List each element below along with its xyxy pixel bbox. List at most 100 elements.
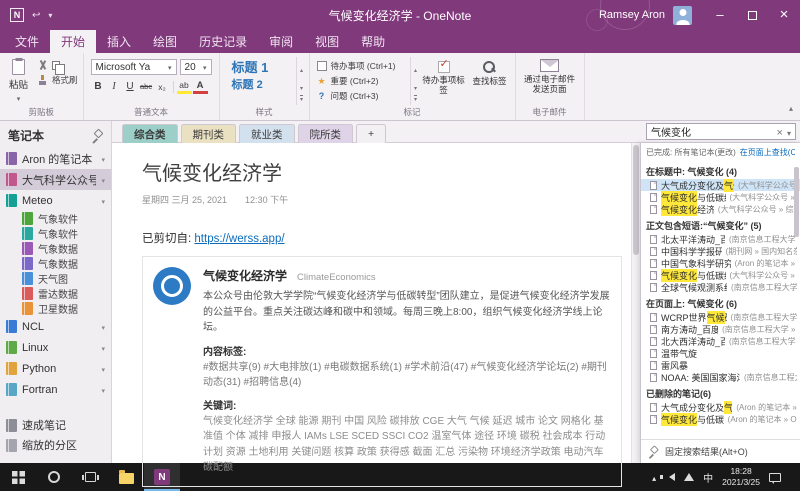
minimize-button[interactable] xyxy=(704,0,736,30)
search-result-item[interactable]: 气候变化与低碳经济学 (Aron 的笔记本 » OneNot...) xyxy=(641,412,800,426)
tag-item[interactable]: 重要 (Ctrl+2) xyxy=(317,75,405,87)
search-result-item[interactable]: 北大西洋涛动_百度百科 (南京信息工程大学 » 气象...) xyxy=(641,335,800,347)
underline-button[interactable] xyxy=(123,79,138,94)
search-result-item[interactable]: 气候变化经济学 (大气科学公众号 » 综合类) xyxy=(641,202,800,216)
search-result-item[interactable]: 北太平洋涛动_百度百科 (南京信息工程大学 » 气象...) xyxy=(641,233,800,245)
maximize-button[interactable] xyxy=(736,0,768,30)
search-result-item[interactable]: 全球气候观测系统 GCOS (南京信息工程大学 » 气象...) xyxy=(641,281,800,293)
section-tab[interactable]: 院所类 xyxy=(297,124,353,143)
style-item[interactable]: 标题 2 xyxy=(232,79,286,91)
sidebar-item[interactable]: 大气科学公众号 xyxy=(0,169,111,190)
sidebar-item[interactable]: NCL xyxy=(0,316,111,337)
search-result-item[interactable]: 中国气象科学研究院2019... (Aron 的笔记本 » 快速笔记) xyxy=(641,257,800,269)
section-tab[interactable]: 期刊类 xyxy=(180,124,236,143)
copy-icon[interactable] xyxy=(52,60,66,75)
ribbon-tab[interactable]: 开始 xyxy=(50,30,97,53)
ribbon-tab[interactable]: 帮助 xyxy=(350,30,396,53)
hidden-icons-chevron[interactable] xyxy=(652,468,656,486)
sidebar-item[interactable]: 雷达数据 xyxy=(0,286,111,301)
tags-scroll-down-icon[interactable] xyxy=(414,77,417,95)
paste-button[interactable]: 粘贴 xyxy=(2,55,35,105)
close-button[interactable] xyxy=(768,0,800,30)
sidebar-item[interactable]: Python xyxy=(0,358,111,379)
section-tab[interactable]: 就业类 xyxy=(239,124,295,143)
panel-scrollbar[interactable] xyxy=(794,167,799,237)
chevron-down-icon[interactable] xyxy=(101,195,105,207)
sidebar-item[interactable]: 气象数据 xyxy=(0,256,111,271)
todo-tag-button[interactable]: 待办事项标签 xyxy=(421,57,467,105)
search-result-item[interactable]: NOAA: 美国国家海洋和大气管理局 (南京信息工程大学 » 气...) xyxy=(641,371,800,383)
highlight-color-button[interactable] xyxy=(176,79,192,94)
sidebar-item[interactable]: 卫星数据 xyxy=(0,301,111,316)
search-result-item[interactable]: 中国科学学报研究 (期刊网 » 国内知名杂...) xyxy=(641,245,800,257)
styles-scroll-up-icon[interactable] xyxy=(300,59,303,77)
ribbon-tab[interactable]: 视图 xyxy=(304,30,350,53)
subscript-button[interactable] xyxy=(155,79,170,94)
search-scope-status[interactable]: 已完成: 所有笔记本(更改) xyxy=(646,147,736,158)
scrollbar-thumb[interactable] xyxy=(633,145,639,255)
chevron-down-icon[interactable] xyxy=(101,153,105,165)
action-center-icon[interactable] xyxy=(769,472,781,484)
search-result-item[interactable]: WCRP世界气候研究计划 (南京信息工程大学 » 气象...) xyxy=(641,310,800,324)
styles-more-icon[interactable] xyxy=(300,95,303,103)
find-on-page-link[interactable]: 在页面上查找(Ctrl+F) xyxy=(740,147,795,158)
search-result-item[interactable]: 气候变化与低碳经济学 (大气科学公众号 » 期刊类) xyxy=(641,268,800,282)
collapse-ribbon-icon[interactable] xyxy=(789,98,793,116)
page-title[interactable]: 气候变化经济学 xyxy=(142,157,623,186)
taskbar-clock[interactable]: 18:28 2021/3/25 xyxy=(722,466,760,488)
bold-button[interactable] xyxy=(91,79,106,94)
ribbon-tab[interactable]: 绘图 xyxy=(142,30,188,53)
page-canvas[interactable]: 气候变化经济学 星期四 三月 25, 2021 12:30 下午 已剪切自: h… xyxy=(112,143,631,487)
ribbon-tab[interactable]: 文件 xyxy=(4,30,50,53)
search-result-item[interactable]: 大气成分变化及气候环境影响 (大气科学公众号 » 综合类) xyxy=(641,178,800,192)
italic-button[interactable] xyxy=(107,79,122,94)
section-tab[interactable]: 综合类 xyxy=(122,124,178,143)
search-result-item[interactable]: 气候变化与低碳经济学 (大气科学公众号 » 期刊类) xyxy=(641,190,800,204)
email-page-button[interactable]: 通过电子邮件发送页面 xyxy=(518,55,582,105)
font-size-select[interactable]: 20 xyxy=(179,59,212,75)
volume-icon[interactable] xyxy=(660,473,676,481)
format-painter-button[interactable]: 格式刷 xyxy=(38,74,78,86)
search-result-item[interactable]: 雷风暴 xyxy=(641,359,800,371)
tag-item[interactable]: 问题 (Ctrl+3) xyxy=(317,90,405,102)
clear-search-icon[interactable] xyxy=(777,123,783,141)
search-box[interactable] xyxy=(646,123,796,140)
chevron-down-icon[interactable] xyxy=(101,174,105,186)
start-button[interactable] xyxy=(0,463,36,491)
font-color-button[interactable] xyxy=(192,79,208,94)
network-icon[interactable] xyxy=(684,473,695,481)
onenote-taskbar-button[interactable] xyxy=(144,463,180,491)
chevron-down-icon[interactable] xyxy=(101,384,105,396)
search-result-item[interactable]: 大气成分变化及气候环境影响 (Aron 的笔记本 » OneNot...) xyxy=(641,400,800,414)
chevron-down-icon[interactable] xyxy=(101,363,105,375)
styles-scroll-down-icon[interactable] xyxy=(300,77,303,95)
ribbon-tab[interactable]: 审阅 xyxy=(258,30,304,53)
tags-more-icon[interactable] xyxy=(414,95,417,103)
sidebar-item[interactable]: Fortran xyxy=(0,379,111,400)
strikethrough-button[interactable] xyxy=(139,79,154,94)
page-scrollbar[interactable] xyxy=(631,143,640,463)
sidebar-item[interactable]: 气象软件 xyxy=(0,211,111,226)
qat-customize-icon[interactable] xyxy=(48,10,52,21)
search-result-item[interactable]: 南方涛动_百度百科 (南京信息工程大学 » 气象...) xyxy=(641,323,800,335)
sidebar-item[interactable]: Meteo xyxy=(0,190,111,211)
file-explorer-button[interactable] xyxy=(108,463,144,491)
search-scope-icon[interactable] xyxy=(787,123,791,141)
ribbon-tab[interactable]: 插入 xyxy=(96,30,142,53)
section-tab[interactable]: + xyxy=(356,124,387,143)
search-input[interactable] xyxy=(651,126,773,137)
search-result-item[interactable]: 温带气旋 xyxy=(641,347,800,359)
font-name-select[interactable]: Microsoft Ya xyxy=(90,59,177,75)
tag-item[interactable]: 待办事项 (Ctrl+1) xyxy=(317,60,405,72)
chevron-down-icon[interactable] xyxy=(101,321,105,333)
ribbon-tab[interactable]: 历史记录 xyxy=(188,30,258,53)
sidebar-item[interactable]: 气象数据 xyxy=(0,241,111,256)
ime-indicator[interactable]: 中 xyxy=(703,470,713,485)
sidebar-item[interactable]: Aron 的笔记本 xyxy=(0,148,111,169)
pin-search-results-button[interactable]: 固定搜索结果(Alt+O) xyxy=(641,439,800,463)
sidebar-footer-item[interactable]: 缩放的分区 xyxy=(0,435,111,455)
tags-scroll-up-icon[interactable] xyxy=(414,59,417,77)
find-tags-button[interactable]: 查找标签 xyxy=(467,57,513,105)
cut-icon[interactable] xyxy=(38,60,47,70)
chevron-down-icon[interactable] xyxy=(101,342,105,354)
